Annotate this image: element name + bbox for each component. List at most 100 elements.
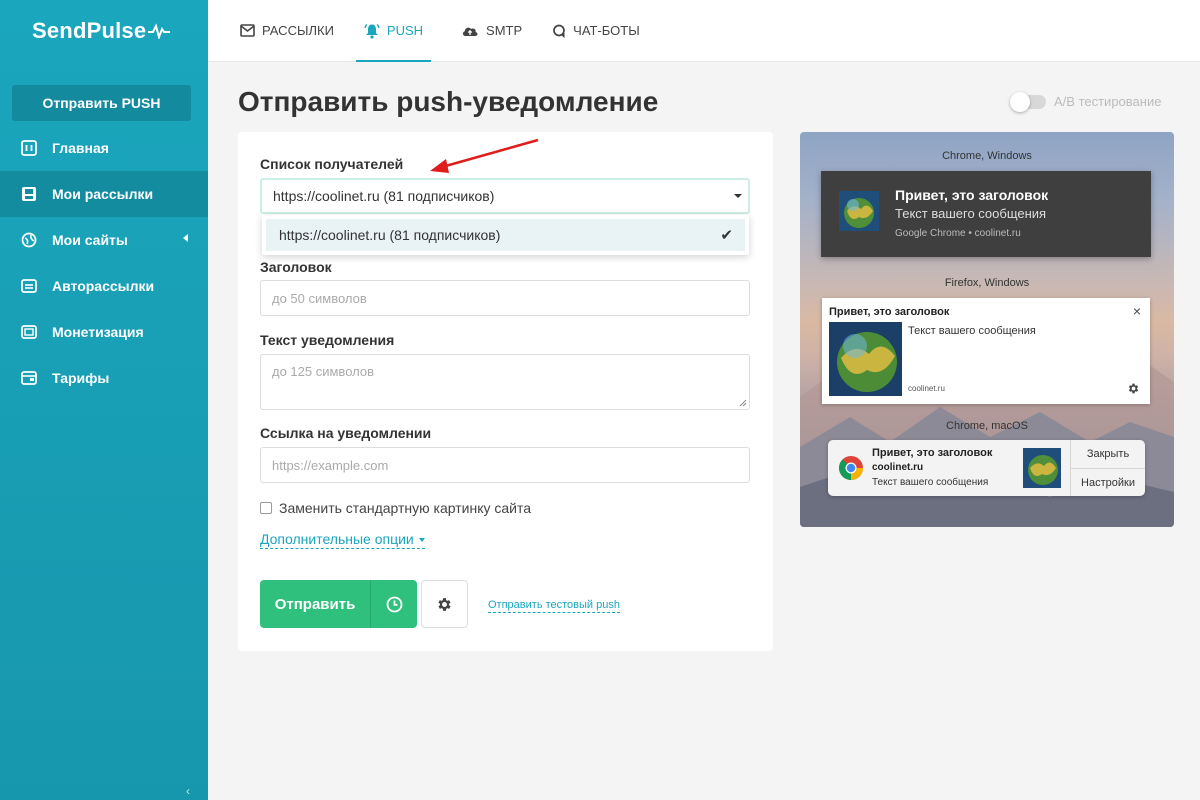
tab-label: РАССЫЛКИ	[262, 23, 334, 38]
toggle-switch[interactable]	[1010, 91, 1046, 112]
planet-image-icon	[839, 191, 879, 231]
tab-push[interactable]: PUSH	[355, 0, 432, 62]
tab-label: ЧАТ-БОТЫ	[573, 23, 640, 38]
firefox-windows-notification: Привет, это заголовок × Текст вашего соо…	[822, 298, 1150, 404]
checkmark-icon: ✔	[720, 227, 733, 244]
sidebar-item-tariffs[interactable]: Тарифы	[0, 355, 208, 401]
notification-message: Текст вашего сообщения	[872, 477, 989, 488]
chat-icon	[552, 24, 566, 38]
notification-domain: coolinet.ru	[872, 462, 924, 473]
send-test-push-link[interactable]: Отправить тестовый push	[488, 599, 620, 613]
message-textarea[interactable]: до 125 символов	[260, 354, 750, 410]
title-input[interactable]: до 50 символов	[260, 280, 750, 316]
dashboard-icon	[20, 139, 38, 157]
page-title: Отправить push-уведомление	[238, 86, 659, 117]
firefox-windows-caption: Firefox, Windows	[944, 277, 1030, 289]
tab-label: PUSH	[386, 23, 424, 38]
send-button-group: Отправить	[260, 580, 417, 628]
notification-source: coolinet.ru	[908, 384, 945, 393]
resize-handle-icon[interactable]	[739, 399, 747, 407]
recipients-selected-value: https://coolinet.ru (81 подписчиков)	[273, 188, 495, 204]
logo-text: SendPulse	[32, 18, 147, 43]
close-button[interactable]: Закрыть	[1071, 440, 1145, 468]
notification-source: Google Chrome • coolinet.ru	[895, 228, 1021, 239]
notification-title: Привет, это заголовок	[872, 447, 993, 459]
chrome-logo-icon	[839, 456, 863, 480]
expand-arrow-icon	[183, 234, 188, 242]
gear-icon	[438, 597, 451, 611]
notification-message: Текст вашего сообщения	[908, 325, 1036, 337]
link-placeholder: https://example.com	[272, 457, 389, 473]
dropdown-option-label: https://coolinet.ru (81 подписчиков)	[279, 227, 501, 243]
wallet-icon	[20, 369, 38, 387]
sidebar-item-monetization[interactable]: Монетизация	[0, 309, 208, 355]
sidebar-item-label: Мои рассылки	[52, 186, 154, 202]
clock-icon	[386, 596, 402, 612]
caret-down-icon	[418, 538, 425, 543]
push-form-card: Список получателей https://coolinet.ru (…	[238, 132, 773, 651]
message-placeholder: до 125 символов	[272, 364, 375, 379]
sidebar-item-autocampaigns[interactable]: Авторассылки	[0, 263, 208, 309]
planet-image-icon	[829, 322, 902, 396]
bell-icon	[364, 23, 380, 39]
link-input[interactable]: https://example.com	[260, 447, 750, 483]
top-navigation: РАССЫЛКИ PUSH SMTP ЧАТ-БОТЫ	[208, 0, 1200, 62]
pulse-icon	[148, 23, 171, 39]
tab-label: SMTP	[486, 23, 523, 38]
recipients-dropdown: https://coolinet.ru (81 подписчиков) ✔	[262, 215, 749, 255]
cloud-icon	[461, 24, 479, 38]
send-push-button[interactable]: Отправить PUSH	[12, 85, 191, 121]
tab-campaigns[interactable]: РАССЫЛКИ	[240, 0, 334, 61]
gear-icon[interactable]	[1127, 382, 1140, 395]
title-placeholder: до 50 символов	[272, 290, 367, 306]
replace-image-label: Заменить стандартную картинку сайта	[279, 500, 532, 516]
sidebar-nav: Главная Мои рассылки Мои сайты Авторассы…	[0, 125, 208, 401]
notification-actions: Закрыть Настройки	[1070, 440, 1145, 496]
notification-title: Привет, это заголовок	[895, 187, 1049, 203]
schedule-button[interactable]	[371, 580, 417, 628]
chrome-macos-notification: Привет, это заголовок coolinet.ru Текст …	[828, 440, 1145, 496]
more-options-label: Дополнительные опции	[260, 531, 414, 547]
sidebar: SendPulse Отправить PUSH Главная Мои рас…	[0, 0, 208, 800]
dropdown-option[interactable]: https://coolinet.ru (81 подписчиков) ✔	[266, 219, 745, 251]
ab-test-label: A/B тестирование	[1054, 94, 1162, 109]
sidebar-item-label: Тарифы	[52, 370, 110, 386]
tab-smtp[interactable]: SMTP	[461, 0, 522, 61]
tab-chatbots[interactable]: ЧАТ-БОТЫ	[552, 0, 640, 61]
more-options-link[interactable]: Дополнительные опции	[260, 531, 425, 549]
chrome-windows-notification: Привет, это заголовок Текст вашего сообщ…	[821, 171, 1151, 257]
save-icon	[20, 185, 38, 203]
message-label: Текст уведомления	[260, 332, 395, 348]
sidebar-item-my-campaigns[interactable]: Мои рассылки	[0, 171, 208, 217]
ab-test-toggle[interactable]: A/B тестирование	[1010, 91, 1162, 112]
collapse-sidebar-icon[interactable]: ‹	[186, 784, 190, 798]
sidebar-item-label: Мои сайты	[52, 232, 128, 248]
envelope-icon	[240, 24, 255, 37]
sidebar-item-label: Главная	[52, 140, 109, 156]
chrome-windows-caption: Chrome, Windows	[942, 150, 1032, 162]
planet-image-icon	[1023, 448, 1061, 488]
settings-button[interactable]	[421, 580, 468, 628]
logo[interactable]: SendPulse	[0, 0, 208, 62]
sidebar-item-label: Авторассылки	[52, 278, 155, 294]
notification-title: Привет, это заголовок	[829, 306, 950, 318]
globe-icon	[20, 231, 38, 249]
sidebar-item-label: Монетизация	[52, 324, 144, 340]
replace-image-checkbox[interactable]	[260, 502, 272, 514]
chevron-down-icon	[734, 194, 742, 198]
link-label: Ссылка на уведомлении	[260, 425, 432, 441]
sidebar-item-my-sites[interactable]: Мои сайты	[0, 217, 208, 263]
money-icon	[20, 323, 38, 341]
auto-icon	[20, 277, 38, 295]
sidebar-item-home[interactable]: Главная	[0, 125, 208, 171]
recipients-label: Список получателей	[260, 156, 404, 172]
close-icon[interactable]: ×	[1133, 303, 1141, 319]
annotation-arrow-icon	[430, 138, 539, 173]
notification-message: Текст вашего сообщения	[895, 206, 1047, 221]
title-label: Заголовок	[260, 259, 332, 275]
send-button[interactable]: Отправить	[260, 580, 371, 628]
recipients-select[interactable]: https://coolinet.ru (81 подписчиков)	[260, 178, 750, 214]
replace-image-option[interactable]: Заменить стандартную картинку сайта	[260, 500, 531, 516]
chrome-macos-caption: Chrome, macOS	[946, 420, 1028, 432]
settings-button[interactable]: Настройки	[1071, 468, 1145, 496]
